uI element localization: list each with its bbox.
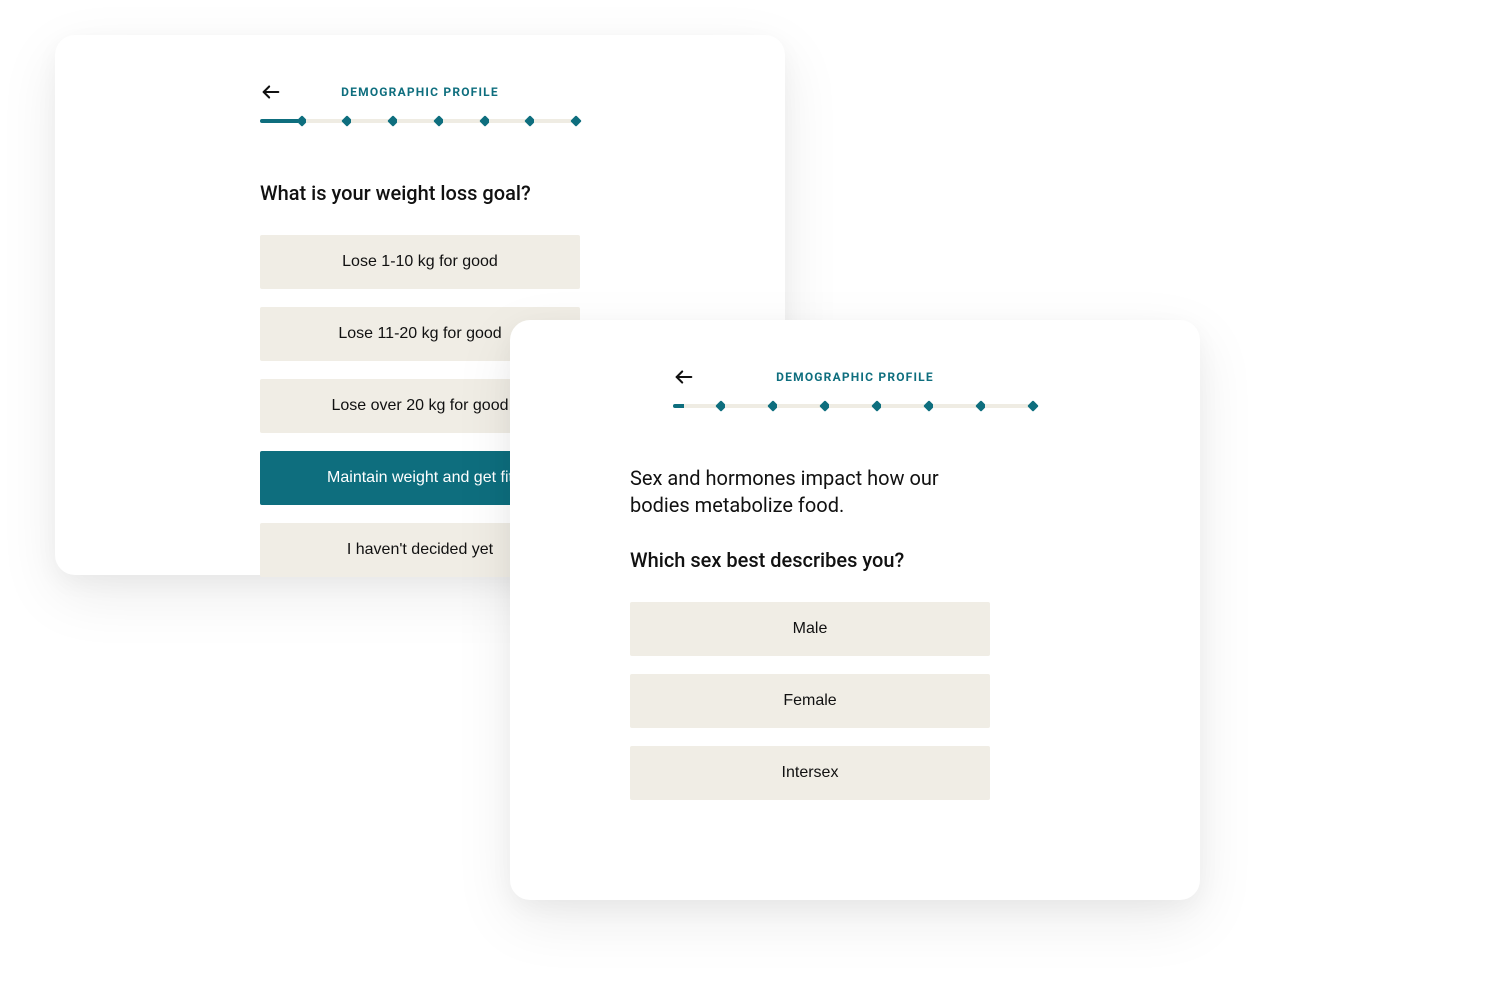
progress-marker-icon: [1028, 400, 1039, 411]
progress-segment: [443, 119, 481, 123]
question-text: What is your weight loss goal?: [260, 180, 580, 207]
progress-marker-icon: [570, 115, 581, 126]
progress-segment: [260, 119, 298, 123]
progress-segment: [933, 404, 977, 408]
progress-segment: [306, 119, 344, 123]
header-title: DEMOGRAPHIC PROFILE: [673, 370, 1038, 384]
progress-segment: [725, 404, 769, 408]
question-text: Which sex best describes you?: [630, 547, 990, 574]
progress-segment: [881, 404, 925, 408]
options-list: Male Female Intersex: [630, 602, 990, 800]
intro-text: Sex and hormones impact how our bodies m…: [630, 465, 990, 519]
onboarding-card-sex: DEMOGRAPHIC PROFILE Sex and hormones imp…: [510, 320, 1200, 900]
progress-segment: [489, 119, 527, 123]
progress-segment: [534, 119, 572, 123]
progress-segment: [673, 404, 717, 408]
option-female[interactable]: Female: [630, 674, 990, 728]
progress-segment: [985, 404, 1029, 408]
option-intersex[interactable]: Intersex: [630, 746, 990, 800]
card-header: DEMOGRAPHIC PROFILE: [673, 370, 1038, 384]
progress-bar: [260, 117, 580, 125]
progress-segment: [777, 404, 821, 408]
header-title: DEMOGRAPHIC PROFILE: [260, 85, 580, 99]
option-lose-1-10[interactable]: Lose 1-10 kg for good: [260, 235, 580, 289]
progress-segment: [397, 119, 435, 123]
option-male[interactable]: Male: [630, 602, 990, 656]
progress-bar: [673, 402, 1038, 410]
card-header: DEMOGRAPHIC PROFILE: [260, 85, 580, 99]
progress-segment: [829, 404, 873, 408]
back-arrow-icon[interactable]: [673, 366, 695, 388]
progress-segment: [351, 119, 389, 123]
back-arrow-icon[interactable]: [260, 81, 282, 103]
